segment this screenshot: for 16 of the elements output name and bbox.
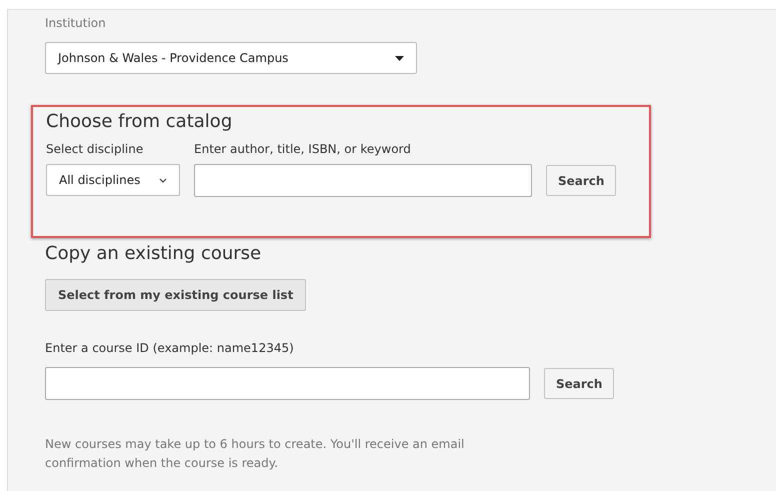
info-note: New courses may take up to 6 hours to create. You'll receive an email confirmation when the course is ready. [45, 436, 465, 472]
section-heading: Copy an existing course [45, 243, 262, 264]
institution-label: Institution [45, 16, 107, 30]
course-id-field[interactable] [45, 367, 530, 400]
course-list-button[interactable]: Select from my existing course list [45, 279, 306, 311]
search-label: Enter author, title, ISBN, or keyword [194, 142, 412, 156]
section-heading: Choose from catalog [46, 111, 234, 132]
search-button[interactable]: Search [544, 368, 614, 399]
search-button[interactable]: Search [546, 165, 616, 196]
dropdown-icon [395, 56, 404, 60]
chevron-down-icon [159, 178, 167, 182]
institution-select[interactable]: Johnson & Wales - Providence Campus [45, 42, 417, 74]
discipline-select[interactable]: All disciplines [46, 164, 180, 196]
course-id-label: Enter a course ID (example: name12345) [45, 341, 295, 355]
discipline-label: Select discipline [46, 142, 144, 156]
search-field[interactable] [194, 164, 532, 197]
